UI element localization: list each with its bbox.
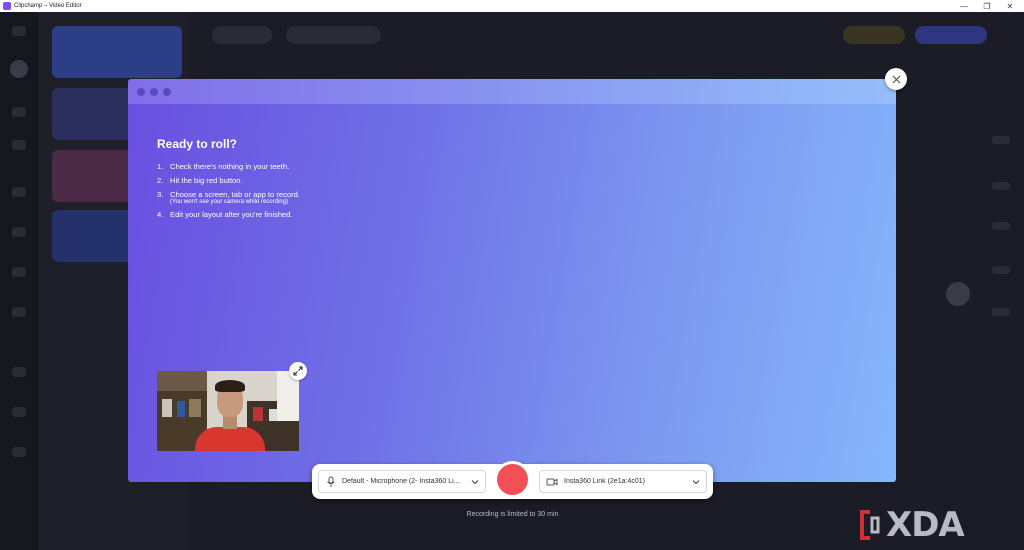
topbar-control bbox=[843, 26, 905, 44]
instruction-step: 4. Edit your layout after you're finished… bbox=[157, 210, 293, 219]
microphone-select[interactable]: Default - Microphone (2- Insta360 Li... bbox=[318, 470, 486, 493]
right-tool bbox=[992, 308, 1010, 316]
playhead-handle bbox=[946, 282, 970, 306]
microphone-value: Default - Microphone (2- Insta360 Li... bbox=[342, 478, 460, 485]
instruction-note: (You won't see your camera while recordi… bbox=[170, 199, 288, 205]
modal-close-button[interactable] bbox=[885, 68, 907, 90]
chevron-down-icon bbox=[692, 480, 700, 485]
chevron-down-icon bbox=[471, 480, 479, 485]
media-thumbnail bbox=[52, 26, 182, 78]
topbar-control bbox=[286, 26, 381, 44]
xda-logo-mark bbox=[860, 510, 880, 540]
right-tool bbox=[992, 182, 1010, 190]
nav-item bbox=[12, 267, 26, 277]
topbar-control bbox=[212, 26, 272, 44]
camera-preview[interactable] bbox=[157, 371, 299, 451]
recording-modal: Ready to roll? 1. Check there's nothing i… bbox=[128, 79, 896, 482]
nav-item bbox=[10, 60, 28, 78]
right-tool bbox=[992, 222, 1010, 230]
nav-item bbox=[12, 26, 26, 36]
xda-watermark: XDA bbox=[858, 505, 1018, 545]
browser-dot bbox=[163, 88, 171, 96]
left-navigation bbox=[0, 12, 38, 550]
recording-limit-note: Recording is limited to 30 min bbox=[466, 511, 559, 518]
record-icon bbox=[497, 464, 528, 495]
modal-heading: Ready to roll? bbox=[157, 137, 238, 151]
export-button bbox=[915, 26, 987, 44]
window-close-button[interactable]: ✕ bbox=[998, 0, 1022, 12]
camera-select[interactable]: Insta360 Link (2e1a:4c01) bbox=[539, 470, 707, 493]
record-button[interactable] bbox=[494, 461, 531, 498]
instruction-step: 1. Check there's nothing in your teeth. bbox=[157, 162, 290, 171]
editor-topbar bbox=[188, 12, 1024, 58]
browser-frame-bar bbox=[128, 79, 896, 104]
browser-dot bbox=[150, 88, 158, 96]
nav-item bbox=[12, 140, 26, 150]
nav-item bbox=[12, 187, 26, 197]
expand-icon bbox=[293, 366, 303, 376]
expand-camera-button[interactable] bbox=[289, 362, 307, 380]
window-titlebar: Clipchamp – Video Editor — ❐ ✕ bbox=[0, 0, 1024, 12]
recorder-controls: Default - Microphone (2- Insta360 Li... … bbox=[312, 461, 713, 499]
close-icon bbox=[892, 75, 900, 83]
right-tool bbox=[992, 266, 1010, 274]
browser-dot bbox=[137, 88, 145, 96]
nav-item bbox=[12, 407, 26, 417]
xda-watermark-text: XDA bbox=[886, 505, 965, 545]
instruction-list: 1. Check there's nothing in your teeth. 2… bbox=[157, 160, 300, 222]
minimize-button[interactable]: — bbox=[952, 0, 976, 12]
camera-icon bbox=[546, 478, 558, 485]
nav-item bbox=[12, 107, 26, 117]
window-title: Clipchamp – Video Editor bbox=[14, 3, 82, 9]
nav-item bbox=[12, 227, 26, 237]
right-tool bbox=[992, 136, 1010, 144]
instruction-step: 2. Hit the big red button. bbox=[157, 176, 243, 185]
nav-item bbox=[12, 447, 26, 457]
nav-item bbox=[12, 307, 26, 317]
nav-item bbox=[12, 367, 26, 377]
microphone-icon bbox=[327, 476, 335, 487]
clipchamp-app-icon bbox=[3, 2, 11, 10]
maximize-button[interactable]: ❐ bbox=[975, 0, 999, 12]
camera-value: Insta360 Link (2e1a:4c01) bbox=[564, 478, 645, 485]
